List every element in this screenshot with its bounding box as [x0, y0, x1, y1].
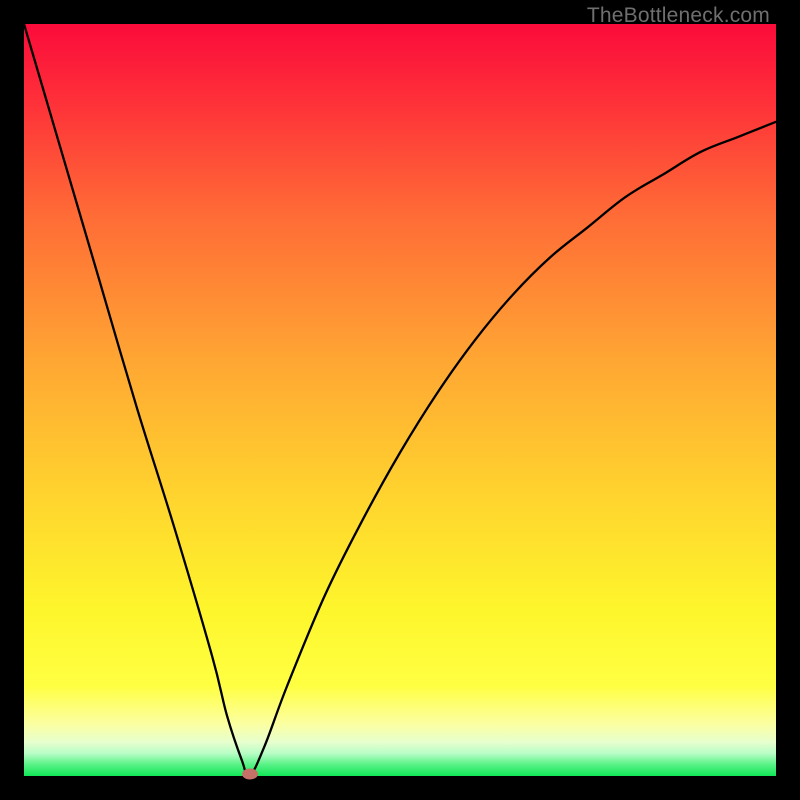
- bottleneck-curve: [24, 24, 776, 776]
- plot-frame: [24, 24, 776, 776]
- minimum-marker: [242, 769, 258, 780]
